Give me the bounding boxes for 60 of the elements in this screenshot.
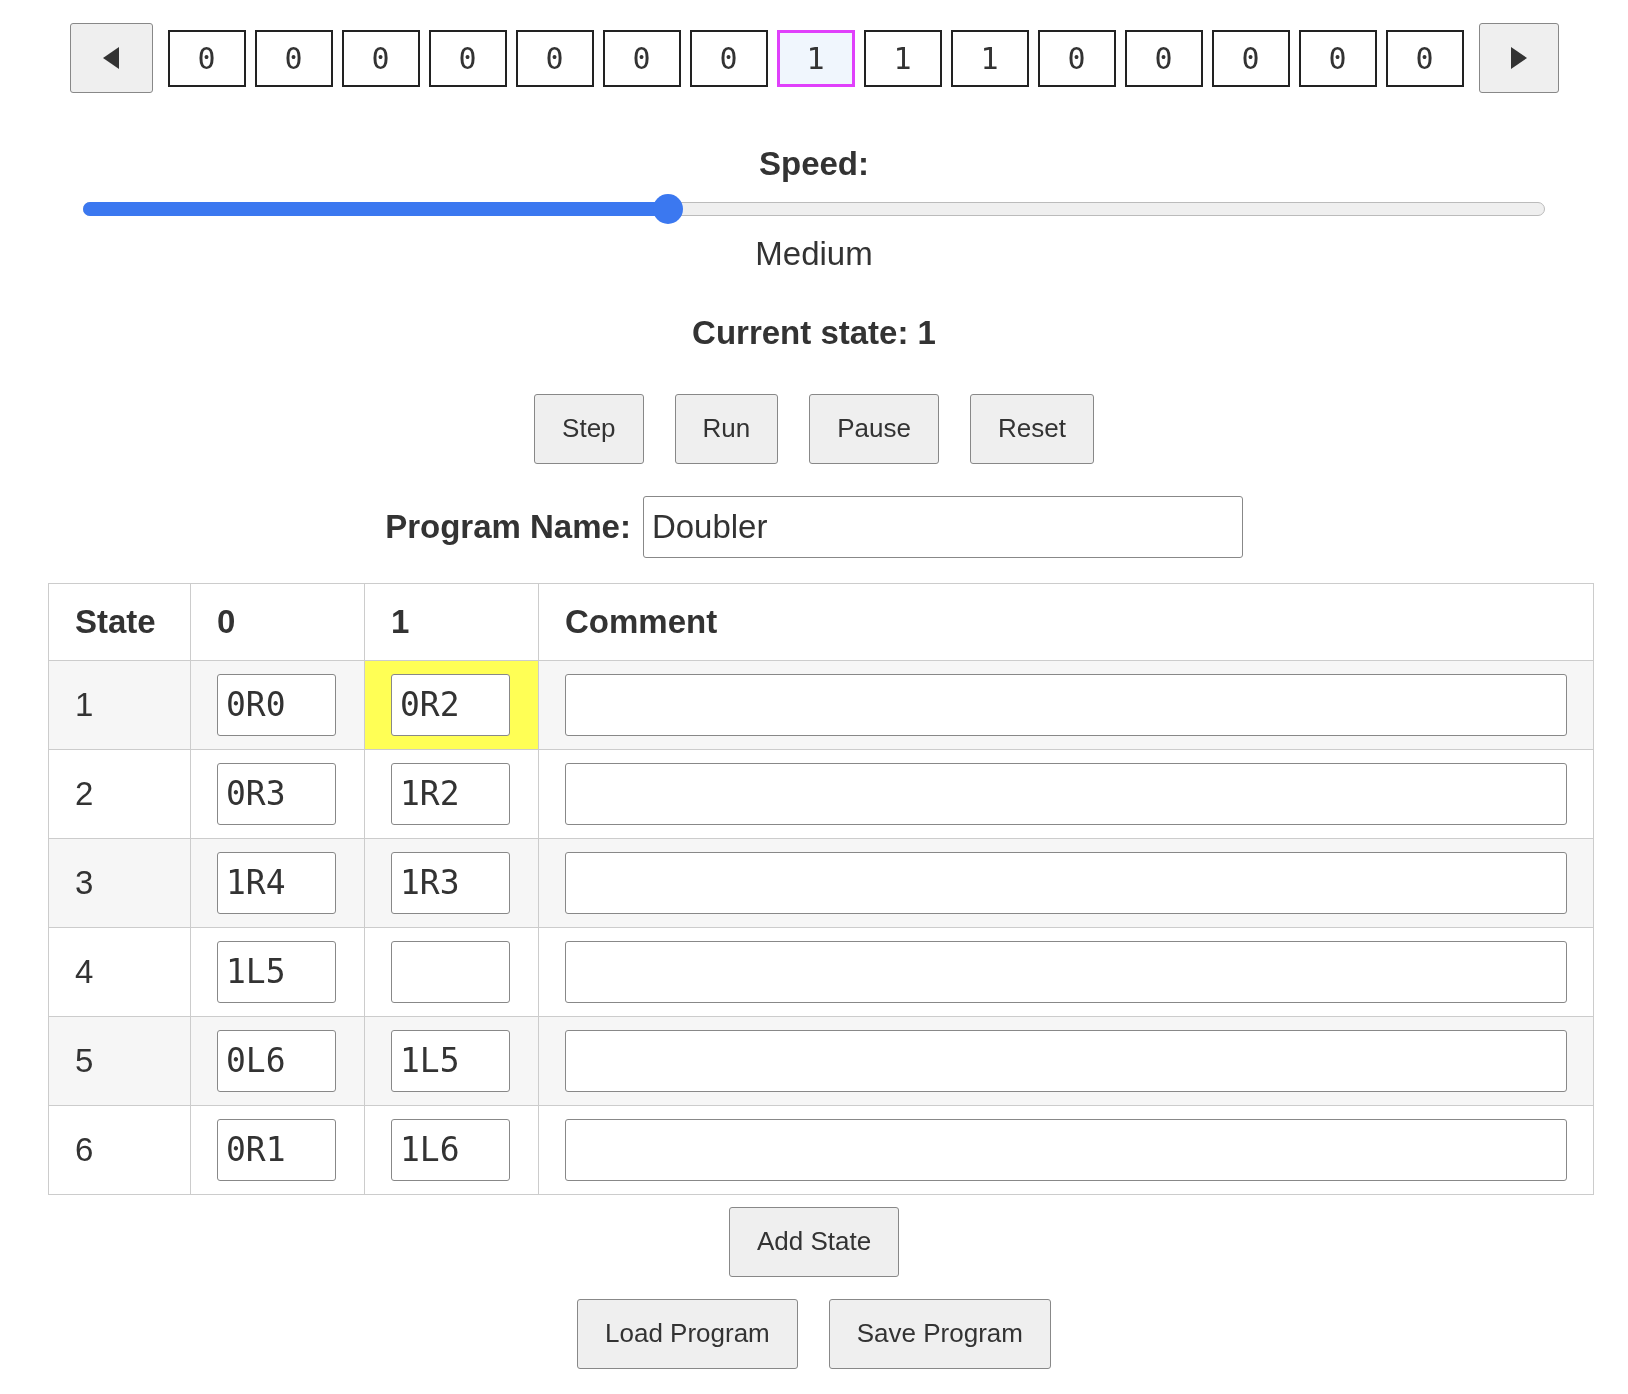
state-cell: 4	[48, 927, 191, 1016]
tape-cell: 1	[776, 29, 855, 87]
comment-field[interactable]	[565, 673, 1567, 736]
state-cell: 2	[48, 749, 191, 838]
transition-field[interactable]	[391, 940, 510, 1003]
transition-field[interactable]: 0R2	[391, 673, 510, 736]
tape-cell: 0	[515, 29, 594, 87]
program-name-label: Program Name:	[385, 506, 631, 547]
tape-cell: 0	[167, 29, 246, 87]
column-header: Comment	[538, 583, 1594, 660]
transition-field[interactable]: 0L6	[217, 1029, 336, 1092]
tape-cell: 0	[341, 29, 420, 87]
transition-field[interactable]: 1R3	[391, 851, 510, 914]
comment-field[interactable]	[565, 1029, 1567, 1092]
speed-slider[interactable]	[83, 192, 1545, 225]
transition-field[interactable]: 0R1	[217, 1118, 336, 1181]
add-state-button[interactable]: Add State	[728, 1206, 900, 1277]
left-triangle-icon	[101, 46, 121, 70]
tape-cell: 0	[428, 29, 507, 87]
state-cell: 6	[48, 1105, 191, 1194]
control-button[interactable]: Reset	[970, 393, 1094, 464]
tape-right-button[interactable]	[1478, 23, 1559, 93]
tape-cell: 0	[254, 29, 333, 87]
current-state: Current state: 1	[692, 313, 936, 353]
transition-field[interactable]: 1R4	[217, 851, 336, 914]
comment-field[interactable]	[565, 940, 1567, 1003]
comment-field[interactable]	[565, 1118, 1567, 1181]
control-button[interactable]: Step	[534, 393, 644, 464]
tape-cell: 0	[602, 29, 681, 87]
comment-field[interactable]	[565, 851, 1567, 914]
program-name-field[interactable]: Doubler	[642, 495, 1243, 558]
tape-cell: 0	[1385, 29, 1464, 87]
tape-cell: 0	[689, 29, 768, 87]
speed-label: Speed:	[759, 144, 869, 184]
file-button[interactable]: Load Program	[577, 1298, 798, 1369]
column-header: State	[48, 583, 191, 660]
column-header: 0	[190, 583, 365, 660]
state-cell: 1	[48, 660, 191, 749]
tape-left-button[interactable]	[69, 23, 153, 93]
control-button[interactable]: Run	[674, 393, 779, 464]
control-button[interactable]: Pause	[809, 393, 939, 464]
tape-cell: 0	[1124, 29, 1203, 87]
transition-field[interactable]: 0R3	[217, 762, 336, 825]
tape-cell: 0	[1037, 29, 1116, 87]
state-cell: 3	[48, 838, 191, 927]
right-triangle-icon	[1508, 46, 1529, 70]
comment-field[interactable]	[565, 762, 1567, 825]
transition-field[interactable]: 1L5	[391, 1029, 510, 1092]
transition-field[interactable]: 0R0	[217, 673, 336, 736]
transition-field[interactable]: 1L5	[217, 940, 336, 1003]
speed-reading: Medium	[755, 233, 873, 274]
state-cell: 5	[48, 1016, 191, 1105]
tape-cell: 1	[863, 29, 942, 87]
transition-field[interactable]: 1R2	[391, 762, 510, 825]
tape-cell: 0	[1211, 29, 1290, 87]
tape-cell: 0	[1298, 29, 1377, 87]
column-header: 1	[364, 583, 539, 660]
transition-field[interactable]: 1L6	[391, 1118, 510, 1181]
file-button[interactable]: Save Program	[828, 1298, 1051, 1369]
tape-cell: 1	[950, 29, 1029, 87]
